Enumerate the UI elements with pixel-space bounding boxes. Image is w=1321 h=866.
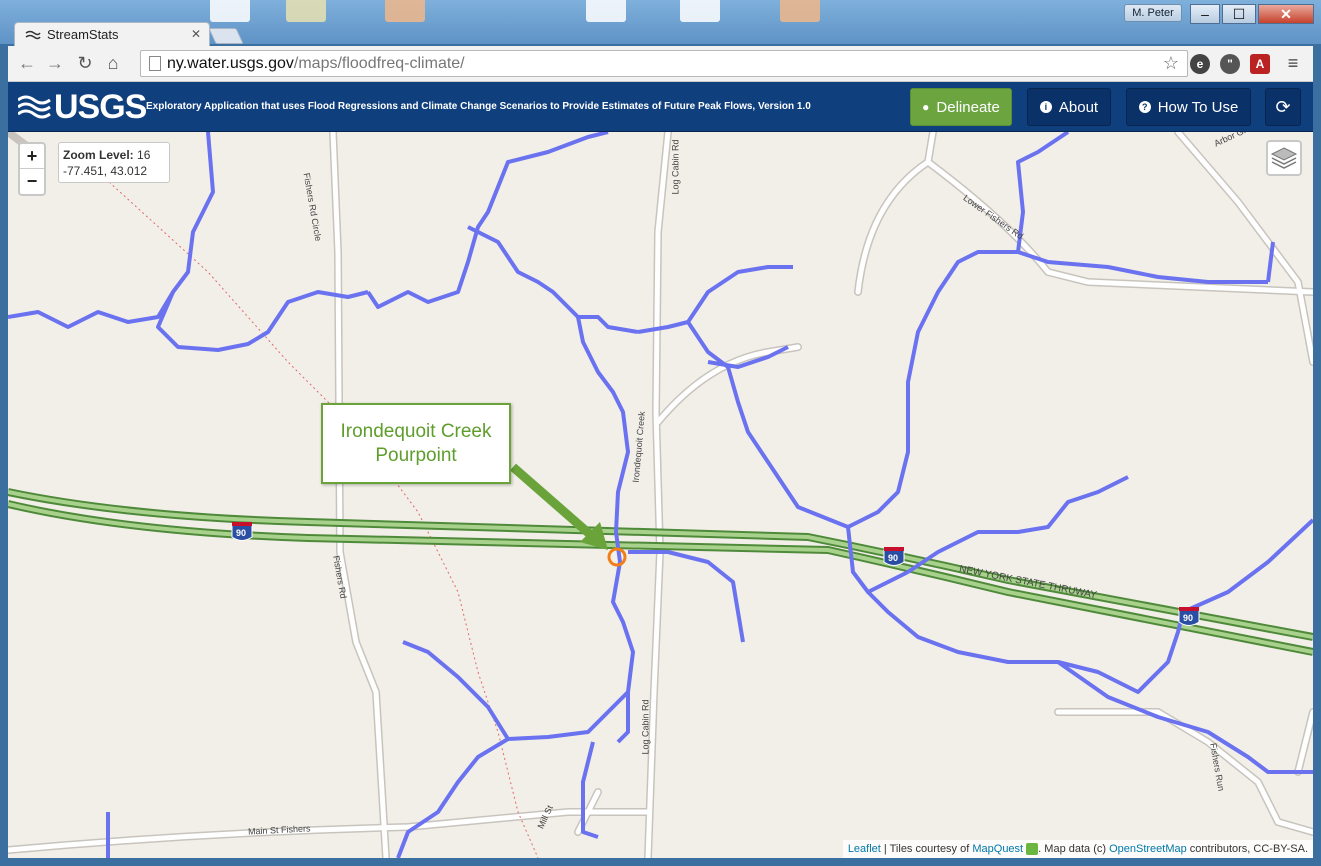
app-title: Exploratory Application that uses Flood … xyxy=(146,101,811,112)
zoom-in-button[interactable]: + xyxy=(20,144,44,169)
task-thumbnail[interactable] xyxy=(385,0,425,22)
how-to-use-button[interactable]: ? How To Use xyxy=(1126,88,1251,126)
mapquest-icon xyxy=(1026,843,1039,856)
how-to-use-label: How To Use xyxy=(1157,98,1239,116)
browser-tab[interactable]: StreamStats ✕ xyxy=(14,22,210,46)
local-roads xyxy=(8,132,1313,858)
shield-label: 90 xyxy=(236,528,247,538)
maximize-button[interactable]: ☐ xyxy=(1222,4,1256,24)
close-window-button[interactable]: ✕ xyxy=(1258,4,1314,24)
bookmark-star-icon[interactable]: ☆ xyxy=(1163,51,1179,76)
osm-link[interactable]: OpenStreetMap xyxy=(1109,843,1187,855)
mapquest-link[interactable]: MapQuest xyxy=(972,843,1023,855)
extension-e-icon[interactable]: e xyxy=(1190,54,1210,74)
refresh-button[interactable]: ⟳ xyxy=(1265,88,1301,126)
browser-toolbar: ← → ↻ ⌂ ny.water.usgs.gov/maps/floodfreq… xyxy=(8,46,1313,82)
question-icon: ? xyxy=(1138,101,1151,113)
attribution-text: contributors, CC-BY-SA. xyxy=(1186,843,1308,855)
task-thumbnail[interactable] xyxy=(286,0,326,22)
back-arrow-icon[interactable]: ← xyxy=(16,53,38,74)
zoom-info-panel: Zoom Level: 16 -77.451, 43.012 xyxy=(58,142,170,183)
delineate-button[interactable]: ● Delineate xyxy=(910,88,1012,126)
pourpoint-callout: Irondequoit Creek Pourpoint xyxy=(321,403,511,484)
url-path: /maps/floodfreq-climate/ xyxy=(293,55,465,72)
about-label: About xyxy=(1058,98,1099,116)
zoom-control: + − xyxy=(18,142,46,196)
extension-quote-icon[interactable]: " xyxy=(1220,54,1240,74)
road-label: Log Cabin Rd xyxy=(670,139,681,195)
layers-button[interactable] xyxy=(1266,140,1302,176)
refresh-icon: ⟳ xyxy=(1275,96,1291,117)
page-icon xyxy=(149,56,161,71)
user-profile-button[interactable]: M. Peter xyxy=(1124,4,1182,22)
menu-icon[interactable]: ≡ xyxy=(1282,53,1304,74)
address-bar[interactable]: ny.water.usgs.gov/maps/floodfreq-climate… xyxy=(140,50,1188,77)
zoom-level-value: 16 xyxy=(137,148,151,162)
map-view[interactable]: 90 90 90 Log Cabin Rd Log Cabin Rd Fishe… xyxy=(8,132,1313,858)
leaflet-link[interactable]: Leaflet xyxy=(848,843,881,855)
shield-label: 90 xyxy=(888,553,899,563)
usgs-logo-text: USGS xyxy=(54,88,147,126)
road-label: Log Cabin Rd xyxy=(640,699,651,755)
task-thumbnail[interactable] xyxy=(586,0,626,22)
zoom-level-label: Zoom Level: xyxy=(63,148,134,162)
about-button[interactable]: i About xyxy=(1027,88,1111,126)
forward-arrow-icon[interactable]: → xyxy=(44,53,66,74)
attribution-text: | Tiles courtesy of xyxy=(880,843,973,855)
map-canvas[interactable] xyxy=(8,132,1313,858)
callout-line-1: Irondequoit Creek xyxy=(340,421,492,442)
home-icon[interactable]: ⌂ xyxy=(102,53,124,74)
minimize-button[interactable]: – xyxy=(1190,4,1220,24)
callout-line-2: Pourpoint xyxy=(375,445,457,466)
task-thumbnail[interactable] xyxy=(780,0,820,22)
map-marker-icon: ● xyxy=(922,100,930,114)
map-attribution: Leaflet | Tiles courtesy of MapQuest . M… xyxy=(842,840,1313,858)
usgs-waves-icon xyxy=(18,95,51,119)
pdf-extension-icon[interactable]: A xyxy=(1250,54,1270,74)
reload-icon[interactable]: ↻ xyxy=(74,53,96,74)
delineate-label: Delineate xyxy=(936,98,1000,116)
info-icon: i xyxy=(1039,101,1052,113)
layers-icon xyxy=(1270,147,1298,169)
attribution-text: . Map data (c) xyxy=(1038,843,1110,855)
app-header: USGS Exploratory Application that uses F… xyxy=(8,82,1313,132)
shield-label: 90 xyxy=(1183,613,1194,623)
task-thumbnail[interactable] xyxy=(210,0,250,22)
usgs-logo: USGS xyxy=(18,88,148,126)
url-host: ny.water.usgs.gov xyxy=(167,55,294,72)
tab-close-icon[interactable]: ✕ xyxy=(191,27,201,41)
streamstats-favicon-icon xyxy=(25,30,41,39)
zoom-out-button[interactable]: − xyxy=(20,169,44,194)
coordinates-readout: -77.451, 43.012 xyxy=(63,164,148,178)
tab-title: StreamStats xyxy=(47,27,119,42)
task-thumbnail[interactable] xyxy=(680,0,720,22)
